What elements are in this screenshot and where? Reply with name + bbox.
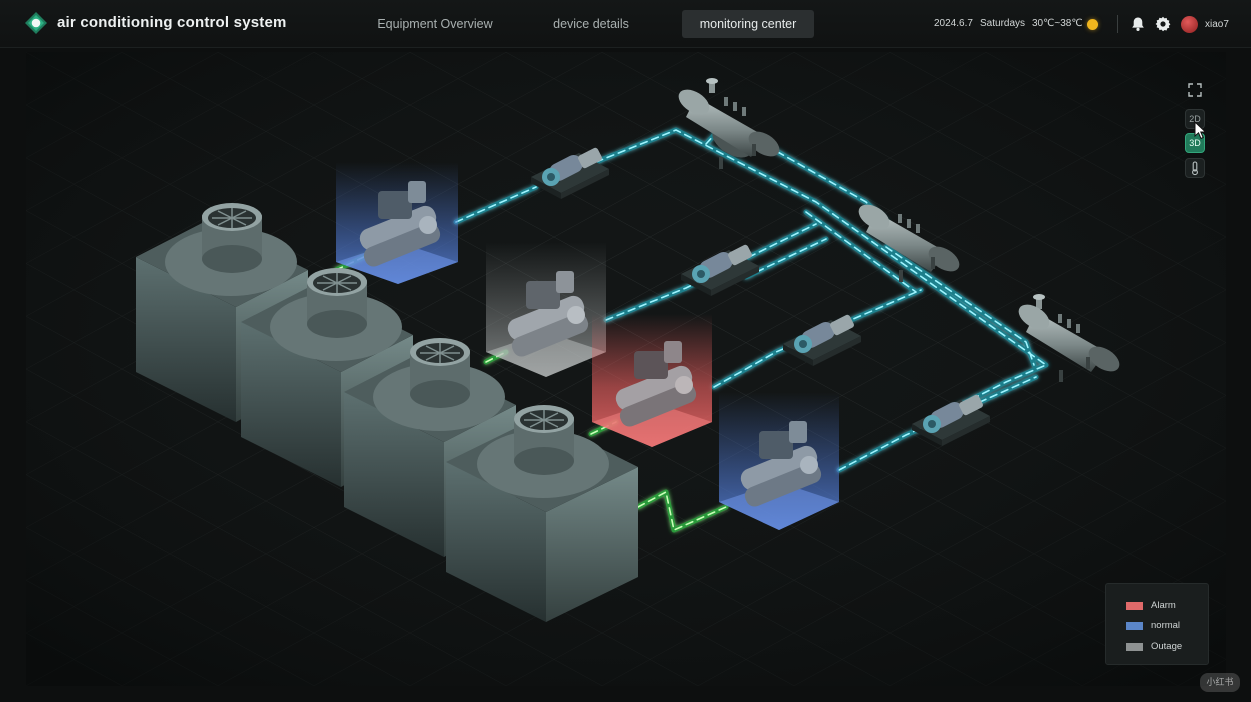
chiller-4-normal	[719, 392, 839, 530]
gear-icon[interactable]	[1155, 16, 1171, 32]
legend-label: Alarm	[1151, 600, 1176, 611]
thermometer-button[interactable]	[1185, 158, 1205, 178]
app-header: air conditioning control system Equipmen…	[0, 0, 1251, 48]
fullscreen-icon	[1188, 83, 1202, 97]
tab-equipment-overview[interactable]: Equipment Overview	[370, 10, 500, 38]
sun-icon	[1087, 19, 1098, 30]
app-logo-icon	[25, 12, 47, 34]
chiller-3-alarm	[592, 314, 712, 447]
legend-swatch-outage	[1126, 643, 1143, 651]
status-legend: Alarm normal Outage	[1105, 583, 1209, 665]
thermometer-icon	[1192, 161, 1198, 176]
tab-monitoring-center[interactable]: monitoring center	[682, 10, 814, 38]
username: xiao7	[1205, 19, 1229, 30]
header-divider	[1117, 15, 1118, 33]
bell-icon[interactable]	[1130, 16, 1146, 32]
date-text: 2024.6.7	[934, 18, 973, 29]
plant-scene	[26, 52, 1226, 686]
scene-viewport[interactable]: 2D 3D	[26, 52, 1226, 686]
legend-swatch-normal	[1126, 622, 1143, 630]
tab-device-details[interactable]: device details	[526, 10, 656, 38]
chiller-2-outage	[486, 242, 606, 377]
app-title: air conditioning control system	[57, 14, 287, 31]
legend-label: normal	[1151, 620, 1181, 631]
fullscreen-button[interactable]	[1185, 80, 1205, 100]
legend-swatch-alarm	[1126, 602, 1143, 610]
watermark: 小红书	[1200, 673, 1240, 692]
user-avatar[interactable]	[1181, 16, 1198, 33]
temperature-text: 30℃~38℃	[1032, 18, 1083, 29]
chiller-1-normal	[336, 162, 458, 284]
mouse-cursor-icon	[1194, 121, 1207, 140]
weekday-text: Saturdays	[980, 18, 1026, 29]
legend-label: Outage	[1151, 641, 1183, 652]
